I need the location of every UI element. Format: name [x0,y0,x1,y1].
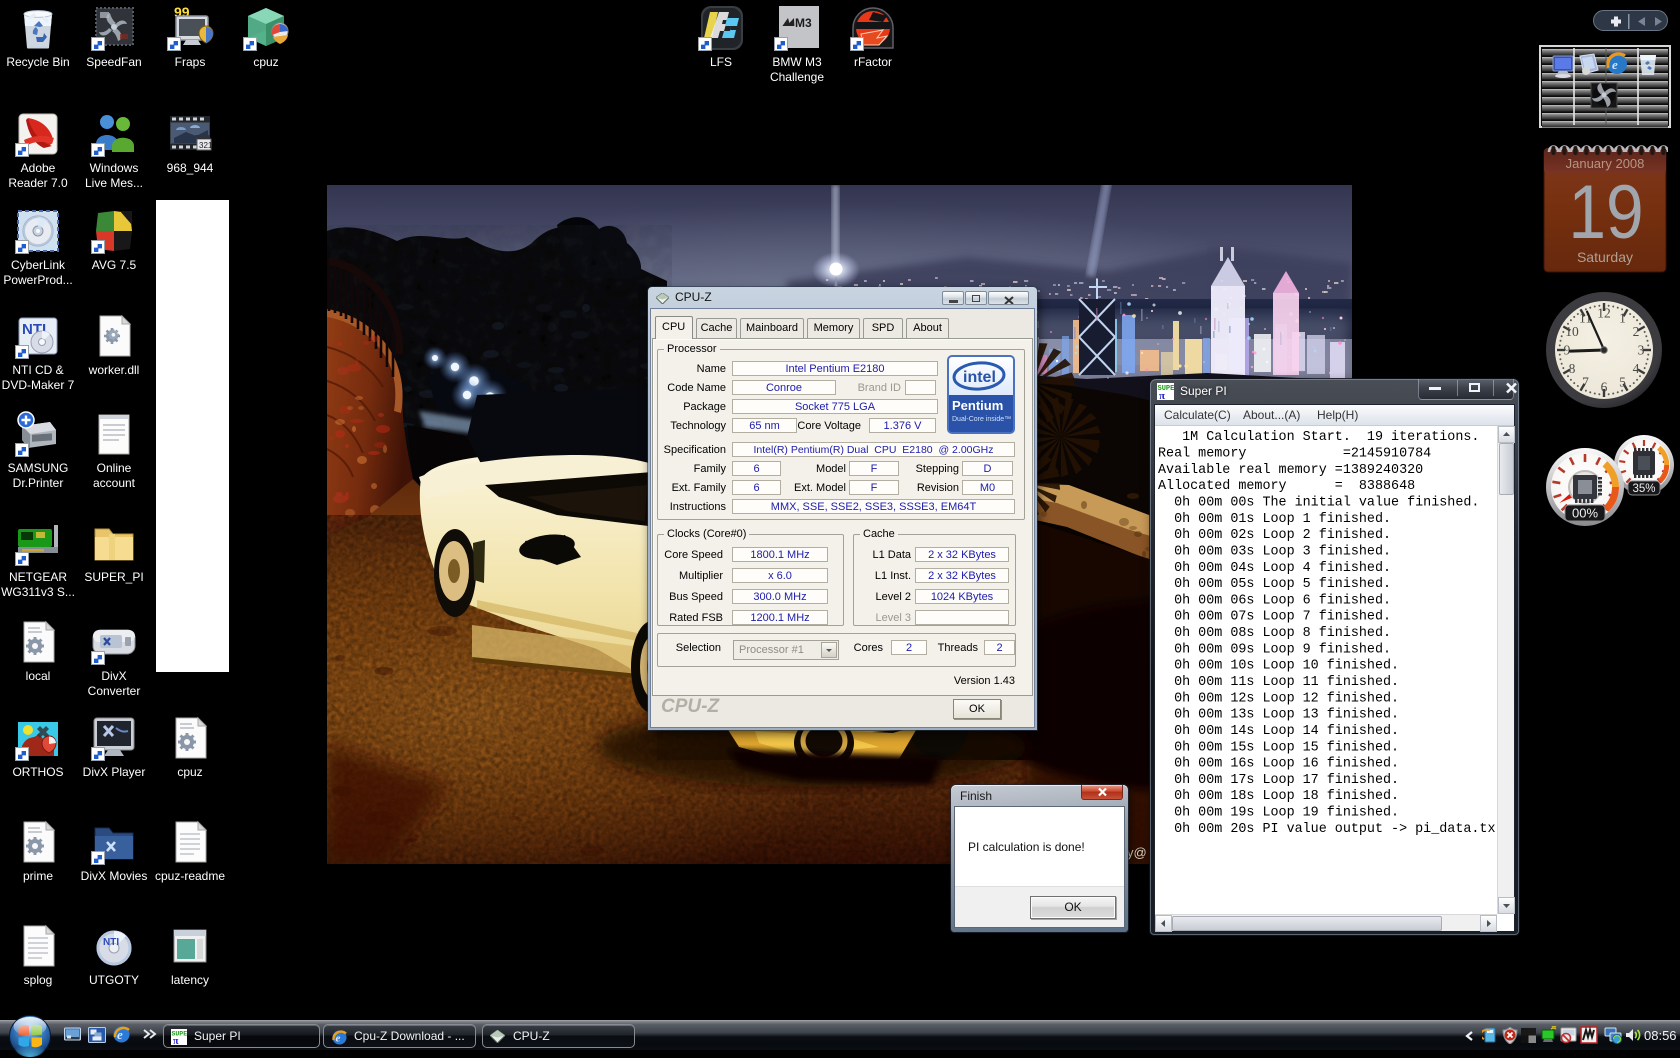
svg-text:π: π [1159,390,1165,400]
svg-text:Pentium: Pentium [952,398,1003,413]
svg-text:6: 6 [1601,380,1608,395]
svg-text:3: 3 [1638,343,1645,358]
svg-text:1: 1 [1619,311,1626,326]
svg-text:Dual-Core inside™: Dual-Core inside™ [952,416,1011,423]
svg-text:Saturday: Saturday [1577,249,1633,265]
svg-text:e: e [336,1033,341,1045]
svg-text:321: 321 [199,141,213,150]
svg-text:00%: 00% [1572,506,1598,521]
svg-text:π: π [173,1036,179,1045]
svg-text:y@: y@ [1127,845,1147,860]
svg-text:12: 12 [1597,306,1611,321]
svg-text:2: 2 [1633,324,1640,339]
svg-text:e: e [1612,57,1618,72]
svg-text:5: 5 [1619,375,1626,390]
svg-text:M3: M3 [795,16,812,30]
svg-text:7: 7 [1582,375,1589,390]
svg-text:9: 9 [1564,343,1571,358]
svg-text:e: e [117,1027,123,1042]
svg-text:intel: intel [963,369,996,386]
svg-text:8: 8 [1569,361,1576,376]
svg-text:NTI: NTI [103,937,119,948]
svg-text:35%: 35% [1632,483,1655,495]
svg-text:10: 10 [1565,324,1579,339]
svg-text:January 2008: January 2008 [1566,156,1645,171]
svg-text:19: 19 [1568,170,1643,255]
svg-text:4: 4 [1633,361,1640,376]
